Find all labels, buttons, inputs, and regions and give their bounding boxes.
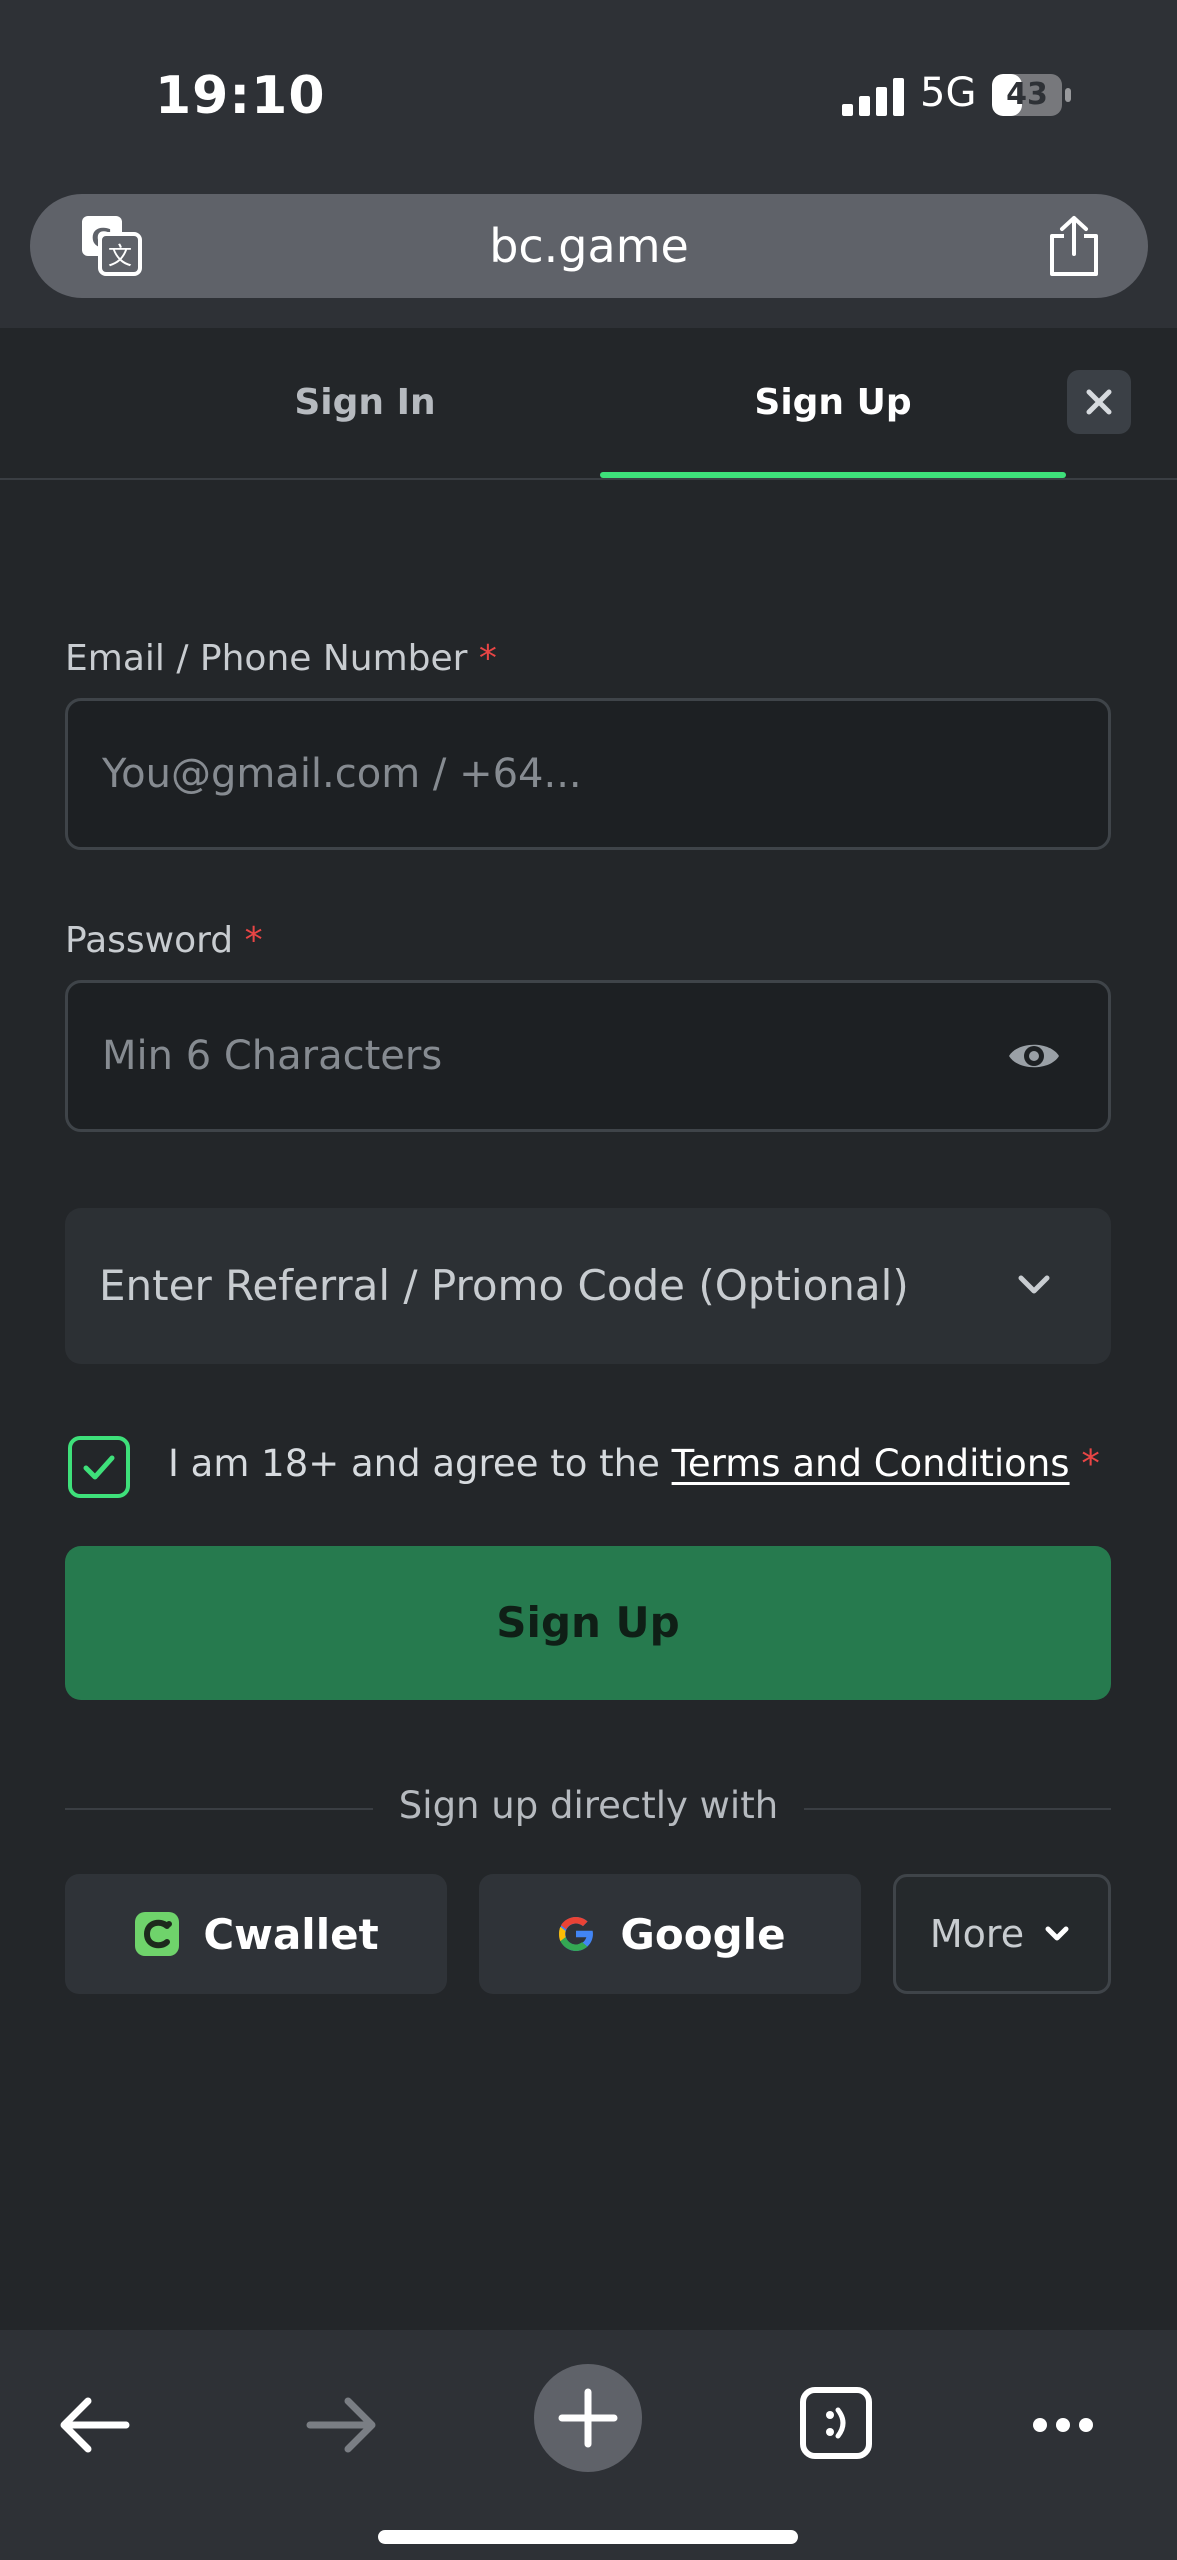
cellular-signal-icon bbox=[842, 78, 904, 116]
battery-percent: 43 bbox=[1006, 77, 1048, 112]
network-type: 5G bbox=[920, 70, 977, 116]
google-icon bbox=[559, 1917, 595, 1951]
auth-tabs: Sign In Sign Up bbox=[0, 330, 1177, 480]
password-placeholder: Min 6 Characters bbox=[102, 1033, 443, 1079]
share-icon[interactable] bbox=[1046, 214, 1102, 278]
terms-link[interactable]: Terms and Conditions bbox=[672, 1442, 1070, 1485]
divider bbox=[804, 1808, 1111, 1810]
close-icon bbox=[1086, 389, 1112, 415]
chevron-down-icon bbox=[1045, 1926, 1069, 1941]
menu-button[interactable] bbox=[1008, 2370, 1118, 2480]
plus-icon bbox=[558, 2388, 618, 2448]
more-login-options-button[interactable]: More bbox=[893, 1874, 1111, 1994]
arrow-right-icon bbox=[306, 2397, 376, 2453]
battery-icon: 43 bbox=[992, 74, 1072, 116]
chevron-down-icon bbox=[1018, 1275, 1050, 1294]
cwallet-icon bbox=[135, 1912, 180, 1956]
active-tab-indicator bbox=[600, 472, 1066, 478]
required-mark: * bbox=[478, 638, 497, 679]
required-mark: * bbox=[244, 920, 263, 961]
email-label: Email / Phone Number * bbox=[65, 638, 497, 679]
tab-sign-up[interactable]: Sign Up bbox=[600, 382, 1066, 423]
new-tab-button[interactable] bbox=[534, 2364, 642, 2472]
home-indicator bbox=[378, 2530, 798, 2544]
back-button[interactable] bbox=[40, 2370, 150, 2480]
email-placeholder: You@gmail.com / +64... bbox=[102, 751, 582, 797]
required-mark: * bbox=[1081, 1442, 1100, 1485]
status-time: 19:10 bbox=[155, 66, 326, 126]
email-field[interactable]: You@gmail.com / +64... bbox=[65, 698, 1111, 850]
google-button[interactable]: Google bbox=[479, 1874, 861, 1994]
tabs-icon bbox=[800, 2387, 872, 2459]
url-text[interactable]: bc.game bbox=[30, 194, 1148, 298]
more-dots-icon bbox=[1033, 2418, 1093, 2432]
terms-agreement-text: I am 18+ and agree to the Terms and Cond… bbox=[168, 1442, 1100, 1485]
tab-sign-in[interactable]: Sign In bbox=[230, 382, 500, 423]
password-label: Password * bbox=[65, 920, 263, 961]
referral-label: Enter Referral / Promo Code (Optional) bbox=[99, 1261, 909, 1310]
tabs-button[interactable] bbox=[780, 2370, 890, 2480]
referral-code-toggle[interactable]: Enter Referral / Promo Code (Optional) bbox=[65, 1208, 1111, 1364]
divider bbox=[65, 1808, 373, 1810]
sign-up-button[interactable]: Sign Up bbox=[65, 1546, 1111, 1700]
eye-icon[interactable] bbox=[1006, 1033, 1062, 1079]
terms-checkbox[interactable] bbox=[68, 1436, 130, 1498]
address-bar[interactable]: G 文 bc.game bbox=[30, 194, 1148, 298]
arrow-left-icon bbox=[60, 2397, 130, 2453]
checkmark-icon bbox=[83, 1455, 115, 1480]
browser-toolbar bbox=[0, 2330, 1177, 2560]
password-field[interactable]: Min 6 Characters bbox=[65, 980, 1111, 1132]
close-button[interactable] bbox=[1067, 370, 1131, 434]
cwallet-button[interactable]: Cwallet bbox=[65, 1874, 447, 1994]
social-divider-text: Sign up directly with bbox=[398, 1784, 779, 1827]
forward-button[interactable] bbox=[286, 2370, 396, 2480]
